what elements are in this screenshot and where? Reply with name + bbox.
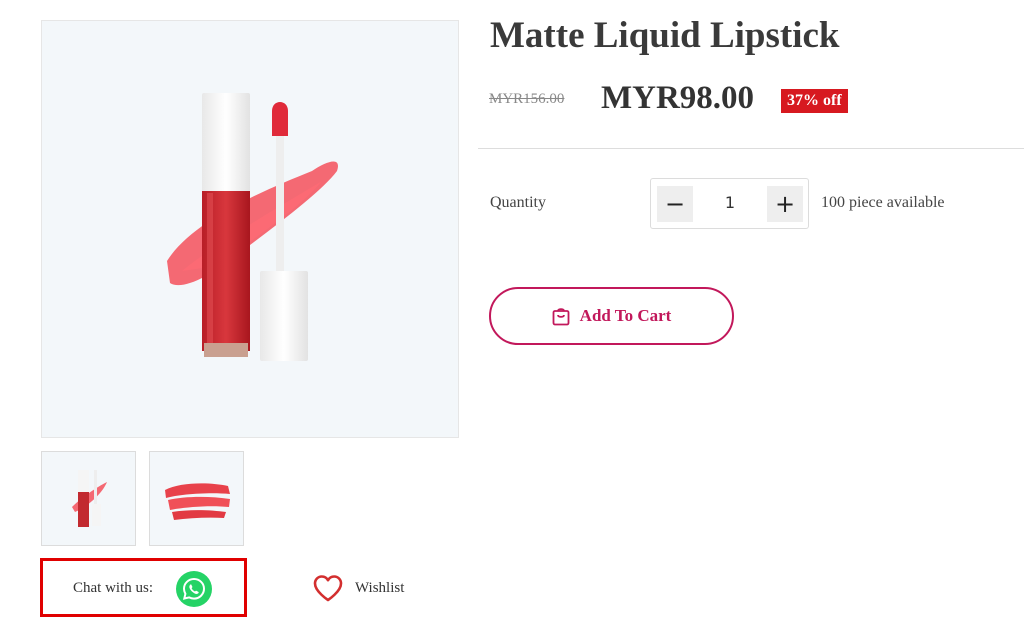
increase-quantity-button[interactable]: + xyxy=(767,186,803,222)
divider xyxy=(478,148,1024,149)
heart-icon xyxy=(313,575,343,602)
thumbnail-swatch-image xyxy=(165,483,230,520)
quantity-input[interactable] xyxy=(711,193,749,212)
whatsapp-icon[interactable] xyxy=(176,571,212,607)
thumbnail-lipstick[interactable] xyxy=(41,451,136,546)
thumbnail-lipstick-image xyxy=(72,470,107,527)
product-title: Matte Liquid Lipstick xyxy=(490,15,840,56)
stock-available-text: 100 piece available xyxy=(821,194,945,211)
lipstick-image xyxy=(167,93,338,361)
add-to-cart-label: Add To Cart xyxy=(579,306,672,325)
discount-badge: 37% off xyxy=(781,89,848,113)
shopping-bag-icon xyxy=(552,308,570,326)
quantity-stepper: − + xyxy=(650,178,809,229)
chat-with-us-box: Chat with us: xyxy=(40,558,247,617)
wishlist-button[interactable]: Wishlist xyxy=(313,572,404,604)
original-price: MYR156.00 xyxy=(489,91,565,107)
chat-label: Chat with us: xyxy=(73,580,154,596)
wishlist-label: Wishlist xyxy=(355,579,405,596)
sale-price: MYR98.00 xyxy=(601,80,755,116)
decrease-quantity-button[interactable]: − xyxy=(657,186,693,222)
thumbnail-swatch[interactable] xyxy=(149,451,244,546)
product-main-image xyxy=(41,20,459,438)
add-to-cart-button[interactable]: Add To Cart xyxy=(489,287,734,345)
quantity-label: Quantity xyxy=(490,194,546,211)
